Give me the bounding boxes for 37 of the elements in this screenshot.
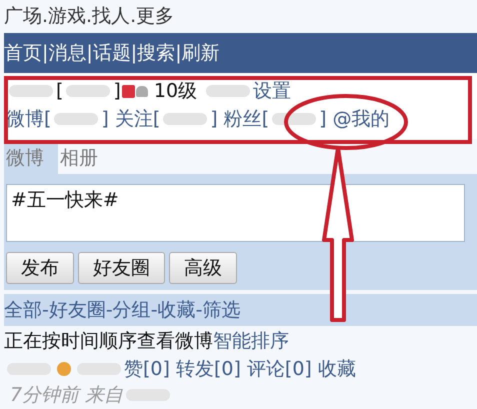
separator: - <box>150 298 158 323</box>
filter-link[interactable]: 分组 <box>112 294 151 326</box>
tab[interactable]: 相册 <box>58 142 112 174</box>
text-link[interactable]: ] 粉丝[ <box>210 106 270 132</box>
redacted-text <box>9 85 53 97</box>
filter-link[interactable]: 好友圈 <box>48 294 106 326</box>
crown-icon <box>136 86 148 96</box>
sort-link[interactable]: 智能排序 <box>213 326 289 356</box>
profile-text: 10级 <box>152 79 198 104</box>
text-link[interactable]: ] 关注[ <box>101 106 160 132</box>
filter-link[interactable]: 筛选 <box>202 294 240 326</box>
emoji-icon <box>57 362 71 376</box>
redacted-text <box>66 85 110 97</box>
text-link[interactable]: 微博[ <box>6 106 52 132</box>
post-input[interactable]: #五一快来# <box>6 184 465 242</box>
separator: - <box>42 298 49 323</box>
redacted-text <box>206 85 250 97</box>
post-time: 7分钟前 来自 <box>10 383 124 408</box>
redacted-text <box>272 113 316 125</box>
nav-bar[interactable]: 首页|消息|话题|搜索|刷新 <box>4 33 477 73</box>
filter-link[interactable]: 全部 <box>4 294 42 326</box>
separator: - <box>106 298 113 323</box>
post-button[interactable]: 高级 <box>169 252 237 284</box>
text-link[interactable]: 赞[0] 转发[0] 评论[0] 收藏 <box>124 356 356 382</box>
sort-notice: 正在按时间顺序查看微博 <box>4 329 213 354</box>
redacted-text <box>163 113 208 125</box>
post-button[interactable]: 发布 <box>6 252 74 284</box>
separator: - <box>196 298 202 323</box>
badge-icon <box>122 84 135 98</box>
filter-link[interactable]: 收藏 <box>158 294 196 326</box>
redacted-text <box>54 113 98 125</box>
post-button[interactable]: 好友圈 <box>78 252 165 284</box>
profile-text: ] <box>113 80 121 102</box>
text-link[interactable]: ] @我的 <box>319 106 390 132</box>
top-links[interactable]: 广场.游戏.找人.更多 <box>4 0 477 33</box>
text-link[interactable]: 设置 <box>253 78 292 104</box>
profile-text: [ <box>56 80 64 102</box>
